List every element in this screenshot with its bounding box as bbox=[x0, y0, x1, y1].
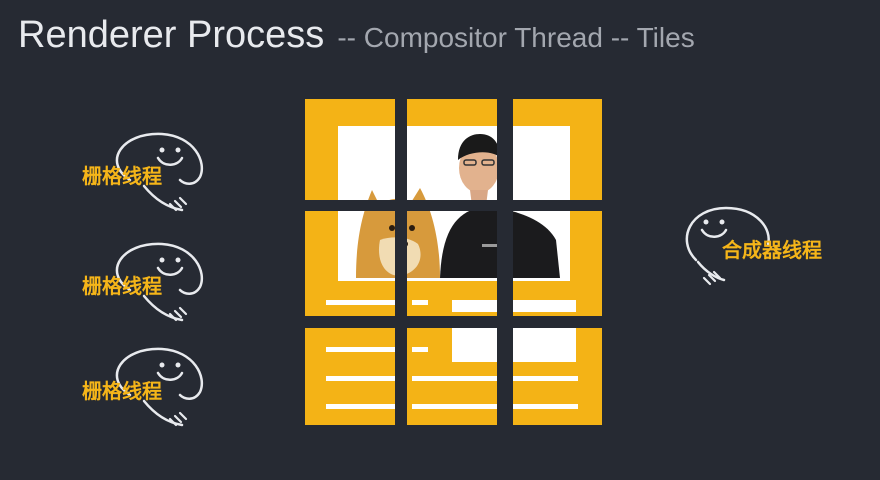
tiles-diagram bbox=[296, 90, 612, 435]
content-boxes bbox=[452, 300, 576, 362]
